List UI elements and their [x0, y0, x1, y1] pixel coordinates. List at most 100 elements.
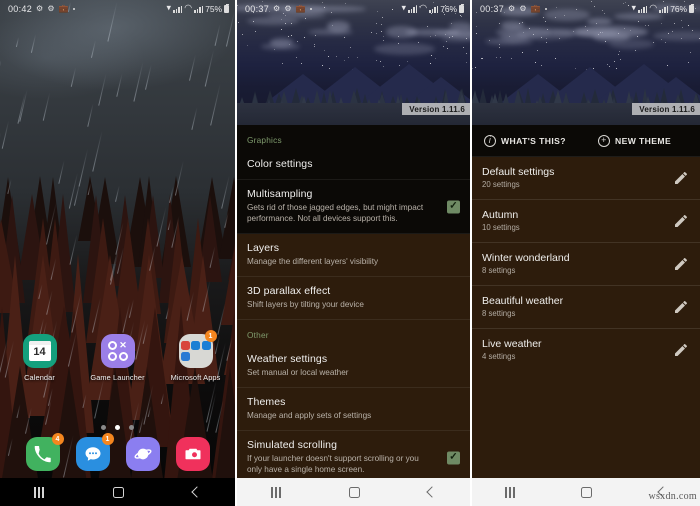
status-bar-right: ▾ ◠ 76%: [402, 3, 464, 14]
back-icon[interactable]: [426, 486, 438, 498]
home-icon[interactable]: [348, 486, 360, 498]
recents-icon[interactable]: [34, 486, 44, 498]
gear-icon: ⚙: [273, 3, 281, 13]
calendar-icon[interactable]: 14: [22, 334, 57, 368]
settings-icon: ⚙: [47, 3, 55, 13]
status-bar-right: ▾ ◠ 76%: [631, 2, 694, 14]
phone-panel-themes: Version 1.11.6 00:37 ⚙ ⚙ 💼 ▾ ◠ 76% �: [470, 0, 700, 506]
setting-subtitle: Manage the different layers' visibility: [247, 257, 379, 267]
theme-row-live-weather[interactable]: Live weather 4 settings: [472, 329, 700, 372]
status-bar-left: 00:37 ⚙ ⚙ 💼: [245, 4, 312, 14]
signal-icon-2: [194, 5, 204, 13]
phone-panel-home: 00:42 ⚙ ⚙ 💼 ▾ ◠ 75% 14 Calendar ✕ Game L…: [0, 0, 235, 506]
setting-subtitle: Gets rid of those jagged edges, but migh…: [247, 203, 424, 224]
theme-name: Winter wonderland: [482, 252, 570, 264]
game-launcher-icon[interactable]: ✕: [100, 334, 135, 368]
checkbox-simulated-scrolling[interactable]: ✓: [447, 451, 460, 465]
setting-subtitle: Shift layers by tilting your device: [247, 300, 364, 310]
themes-list[interactable]: 𝑖 WHAT'S THIS? + NEW THEME Default setti…: [472, 125, 700, 478]
themes-list-filler: [472, 370, 700, 478]
edit-pencil-icon[interactable]: [673, 170, 689, 186]
home-icon[interactable]: [112, 486, 124, 498]
setting-row-weather-settings[interactable]: Weather settings Set manual or local wea…: [237, 345, 470, 389]
theme-name: Live weather: [482, 338, 542, 350]
battery-icon: [224, 3, 229, 13]
folder-badge: 1: [204, 330, 217, 342]
theme-row-winter-wonderland[interactable]: Winter wonderland 8 settings: [472, 243, 700, 286]
setting-row-simulated-scrolling[interactable]: Simulated scrolling If your launcher doe…: [237, 431, 470, 478]
setting-row-multisampling[interactable]: Multisampling Gets rid of those jagged e…: [237, 180, 470, 235]
whats-this-button[interactable]: 𝑖 WHAT'S THIS?: [472, 134, 586, 147]
signal-roaming-icon: ◠: [184, 2, 193, 13]
circle-glyph-2: [107, 352, 117, 361]
setting-title: Simulated scrolling: [247, 439, 338, 452]
info-icon: 𝑖: [484, 134, 496, 147]
recents-icon[interactable]: [505, 486, 515, 498]
signal-icon-2: [429, 5, 439, 13]
skype-icon: [180, 351, 190, 361]
bag-icon: 💼: [530, 3, 541, 13]
camera-icon[interactable]: [175, 437, 210, 471]
theme-row-autumn[interactable]: Autumn 10 settings: [472, 200, 700, 243]
signal-icon-2: [659, 5, 669, 13]
circle-glyph: [107, 341, 117, 350]
setting-row-3d-parallax[interactable]: 3D parallax effect Shift layers by tilti…: [237, 277, 470, 321]
battery-icon: [689, 3, 694, 13]
settings-list[interactable]: Graphics Color settings Multisampling Ge…: [237, 125, 470, 478]
edit-pencil-icon[interactable]: [673, 299, 689, 315]
onedrive-icon: [191, 341, 200, 351]
theme-row-default-settings[interactable]: Default settings 20 settings: [472, 157, 700, 200]
bag-icon: 💼: [58, 3, 69, 13]
app-calendar[interactable]: 14 Calendar: [9, 334, 71, 382]
microsoft-apps-folder-icon[interactable]: 1: [178, 330, 217, 368]
setting-title: Color settings: [247, 158, 313, 170]
signal-icon: [408, 5, 418, 13]
status-time: 00:37: [480, 3, 505, 14]
navigation-bar: [237, 478, 470, 506]
edit-pencil-icon[interactable]: [673, 256, 689, 272]
checkbox-multisampling[interactable]: ✓: [447, 200, 460, 214]
wifi-icon: ▾: [631, 2, 637, 13]
home-dock: 4 1: [0, 430, 235, 478]
bag-icon: 💼: [295, 3, 306, 13]
setting-row-layers[interactable]: Layers Manage the different layers' visi…: [237, 234, 470, 278]
folder-mini-icons: [180, 341, 211, 361]
settings-icon: ⚙: [284, 3, 292, 13]
camera-glyph: [185, 448, 200, 460]
dot-icon: [309, 7, 312, 10]
messages-icon[interactable]: 1: [75, 433, 114, 471]
theme-row-beautiful-weather[interactable]: Beautiful weather 8 settings: [472, 286, 700, 329]
setting-row-color-settings[interactable]: Color settings: [237, 150, 470, 180]
battery-icon: [459, 3, 464, 13]
back-icon[interactable]: [190, 486, 203, 498]
theme-count: 8 settings: [482, 266, 516, 275]
calendar-page: 14: [28, 341, 51, 361]
version-badge: Version 1.11.6: [632, 103, 700, 115]
edit-pencil-icon[interactable]: [673, 213, 689, 229]
app-game-launcher[interactable]: ✕ Game Launcher: [87, 334, 149, 382]
recents-icon[interactable]: [271, 486, 281, 498]
theme-count: 4 settings: [482, 352, 516, 361]
phone-icon[interactable]: 4: [25, 433, 64, 471]
battery-percent: 75%: [205, 3, 222, 14]
whats-this-label: WHAT'S THIS?: [501, 135, 566, 146]
status-time: 00:42: [8, 3, 33, 14]
new-theme-button[interactable]: + NEW THEME: [586, 134, 700, 147]
version-badge: Version 1.11.6: [402, 103, 470, 115]
home-icon[interactable]: [581, 486, 593, 498]
setting-subtitle: Set manual or local weather: [247, 368, 349, 378]
game-launcher-glyphs: ✕: [107, 340, 128, 361]
plus-icon: +: [598, 134, 610, 147]
setting-row-themes[interactable]: Themes Manage and apply sets of settings: [237, 388, 470, 432]
status-bar: 00:37 ⚙ ⚙ 💼 ▾ ◠ 76%: [472, 0, 700, 17]
battery-percent: 76%: [440, 3, 457, 14]
calendar-day: 14: [33, 346, 46, 358]
app-microsoft-apps[interactable]: 1 Microsoft Apps: [165, 330, 227, 382]
status-bar: 00:42 ⚙ ⚙ 💼 ▾ ◠ 75%: [0, 0, 235, 17]
app-label-game-launcher: Game Launcher: [90, 373, 145, 382]
section-header-other: Other: [237, 320, 470, 346]
edit-pencil-icon[interactable]: [673, 342, 689, 358]
app-label-calendar: Calendar: [24, 373, 55, 382]
home-app-row: 14 Calendar ✕ Game Launcher 1 Microsoft …: [0, 330, 235, 382]
internet-icon[interactable]: [125, 437, 160, 471]
